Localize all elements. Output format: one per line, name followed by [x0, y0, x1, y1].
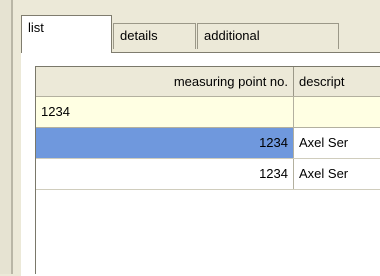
column-header-measuring-point-no[interactable]: measuring point no.	[36, 67, 294, 96]
tab-details[interactable]: details	[113, 23, 196, 49]
tab-list[interactable]: list	[21, 15, 112, 53]
table-row[interactable]: 1234 Axel Ser	[36, 159, 380, 190]
cell-description[interactable]: Axel Ser	[294, 128, 380, 158]
cell-measuring-point-no[interactable]: 1234	[36, 128, 294, 158]
filter-row: 1234	[36, 97, 380, 128]
filter-description-input[interactable]	[294, 97, 380, 127]
splitter[interactable]	[11, 0, 13, 274]
tab-strip: list details additional	[21, 15, 380, 53]
tab-label: details	[120, 28, 158, 43]
measuring-points-grid: measuring point no. descript 1234 1234 A…	[35, 66, 380, 274]
cell-description[interactable]: Axel Ser	[294, 159, 380, 189]
tab-label: additional	[204, 28, 260, 43]
filter-measuring-point-no-input[interactable]: 1234	[36, 97, 294, 127]
table-row[interactable]: 1234 Axel Ser	[36, 128, 380, 159]
tab-additional[interactable]: additional	[197, 23, 339, 49]
tab-label: list	[28, 20, 44, 35]
cell-measuring-point-no[interactable]: 1234	[36, 159, 294, 189]
grid-header: measuring point no. descript	[36, 67, 380, 97]
column-header-description[interactable]: descript	[294, 67, 380, 96]
